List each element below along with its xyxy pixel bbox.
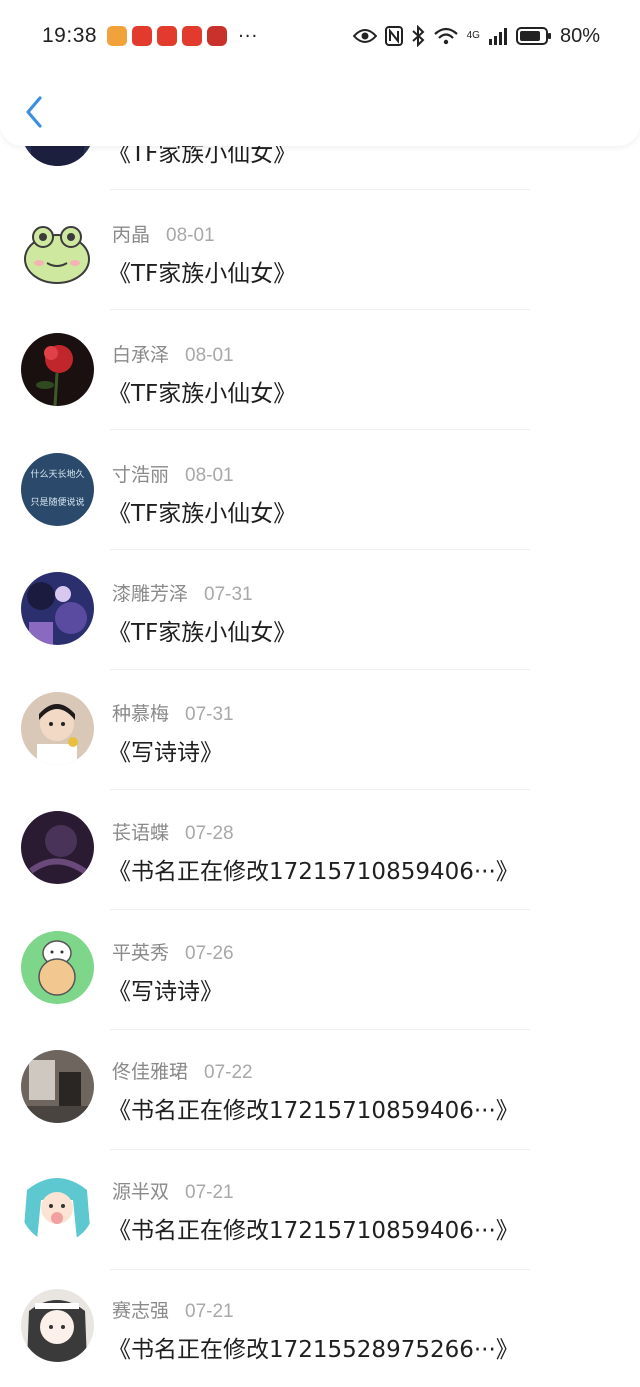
comment-date: 07-22 xyxy=(204,1062,253,1083)
author-name[interactable]: 寸浩丽 xyxy=(112,464,169,486)
comment-date: 07-28 xyxy=(185,823,234,844)
signal-icon xyxy=(488,28,507,45)
list-item[interactable]: 源半双 07-21 《书名正在修改17215710859406···》 xyxy=(0,1150,640,1270)
comment-date: 08-01 xyxy=(185,345,234,366)
book-title[interactable]: 《TF家族小仙女》 xyxy=(108,254,296,288)
book-title[interactable]: 《写诗诗》 xyxy=(108,733,223,767)
avatar[interactable] xyxy=(21,1050,94,1123)
author-name[interactable]: 佟佳雅珺 xyxy=(112,1061,188,1083)
book-title[interactable]: 《写诗诗》 xyxy=(108,972,223,1006)
comment-date: 07-21 xyxy=(185,1301,234,1322)
author-name[interactable]: 苌语蝶 xyxy=(112,822,169,844)
avatar[interactable] xyxy=(21,572,94,645)
list-item[interactable]: 丙晶 08-01 《TF家族小仙女》 xyxy=(0,190,640,310)
book-title[interactable]: 《TF家族小仙女》 xyxy=(108,613,296,647)
comment-date: 08-01 xyxy=(166,225,215,246)
battery-icon xyxy=(515,27,551,45)
status-bar: 19:38 ··· 4G 80% xyxy=(0,0,640,72)
avatar-text: 什么天长地久 xyxy=(30,470,85,480)
avatar[interactable]: 什么天长地久 只是随便说说 xyxy=(21,453,94,526)
more-notifications-icon: ··· xyxy=(238,25,259,47)
bluetooth-icon xyxy=(411,25,425,47)
app-notification-icon xyxy=(182,26,203,46)
avatar[interactable] xyxy=(21,213,94,286)
list-item[interactable]: 漆雕芳泽 07-31 《TF家族小仙女》 xyxy=(0,550,640,670)
status-time: 19:38 xyxy=(42,24,98,47)
avatar[interactable] xyxy=(21,931,94,1004)
book-title[interactable]: 《书名正在修改17215528975266···》 xyxy=(108,1330,519,1364)
app-notification-icon xyxy=(207,26,228,46)
avatar[interactable] xyxy=(21,1170,94,1243)
comment-date: 08-01 xyxy=(185,465,234,486)
eye-icon xyxy=(352,29,377,43)
avatar[interactable] xyxy=(21,1289,94,1362)
author-name[interactable]: 平英秀 xyxy=(112,942,169,964)
app-notification-icon xyxy=(132,26,153,46)
comment-date: 07-21 xyxy=(185,1182,234,1203)
nfc-icon xyxy=(384,26,403,46)
system-icons: 4G 80% xyxy=(352,24,600,48)
list-item[interactable]: 什么天长地久 只是随便说说 寸浩丽 08-01 《TF家族小仙女》 xyxy=(0,430,640,550)
author-name[interactable]: 白承泽 xyxy=(112,344,169,366)
comment-date: 07-31 xyxy=(185,704,234,725)
author-name[interactable]: 漆雕芳泽 xyxy=(112,583,188,605)
list-item[interactable]: 平英秀 07-26 《写诗诗》 xyxy=(0,910,640,1030)
book-title[interactable]: 《书名正在修改17215710859406···》 xyxy=(108,1091,519,1125)
battery-percent: 80% xyxy=(559,24,600,47)
author-name[interactable]: 源半双 xyxy=(112,1181,169,1203)
list-item[interactable]: 种慕梅 07-31 《写诗诗》 xyxy=(0,670,640,790)
network-type-label: 4G xyxy=(466,30,480,41)
avatar[interactable] xyxy=(21,811,94,884)
list-item[interactable]: 苌语蝶 07-28 《书名正在修改17215710859406···》 xyxy=(0,790,640,910)
chevron-left-icon xyxy=(26,96,42,128)
book-title[interactable]: 《书名正在修改17215710859406···》 xyxy=(108,852,519,886)
top-header: 19:38 ··· 4G 80% xyxy=(0,0,640,146)
list-item[interactable]: 佟佳雅珺 07-22 《书名正在修改17215710859406···》 xyxy=(0,1030,640,1150)
author-name[interactable]: 赛志强 xyxy=(112,1300,169,1322)
notification-icons: ··· xyxy=(107,26,258,47)
list-item[interactable]: 赛志强 07-21 《书名正在修改17215528975266···》 xyxy=(0,1270,640,1387)
app-notification-icon xyxy=(157,26,178,46)
author-name[interactable]: 种慕梅 xyxy=(112,703,169,725)
app-notification-icon xyxy=(107,26,128,46)
book-title[interactable]: 《TF家族小仙女》 xyxy=(108,374,296,408)
avatar[interactable] xyxy=(21,333,94,406)
back-button[interactable] xyxy=(18,92,52,132)
comment-date: 07-31 xyxy=(204,584,253,605)
author-name[interactable]: 丙晶 xyxy=(112,224,150,246)
list-item[interactable]: 白承泽 08-01 《TF家族小仙女》 xyxy=(0,310,640,430)
wifi-icon xyxy=(433,27,458,45)
avatar[interactable] xyxy=(21,692,94,765)
book-title[interactable]: 《书名正在修改17215710859406···》 xyxy=(108,1211,519,1245)
avatar-text: 只是随便说说 xyxy=(30,498,85,508)
comment-date: 07-26 xyxy=(185,943,234,964)
book-title[interactable]: 《TF家族小仙女》 xyxy=(108,494,296,528)
